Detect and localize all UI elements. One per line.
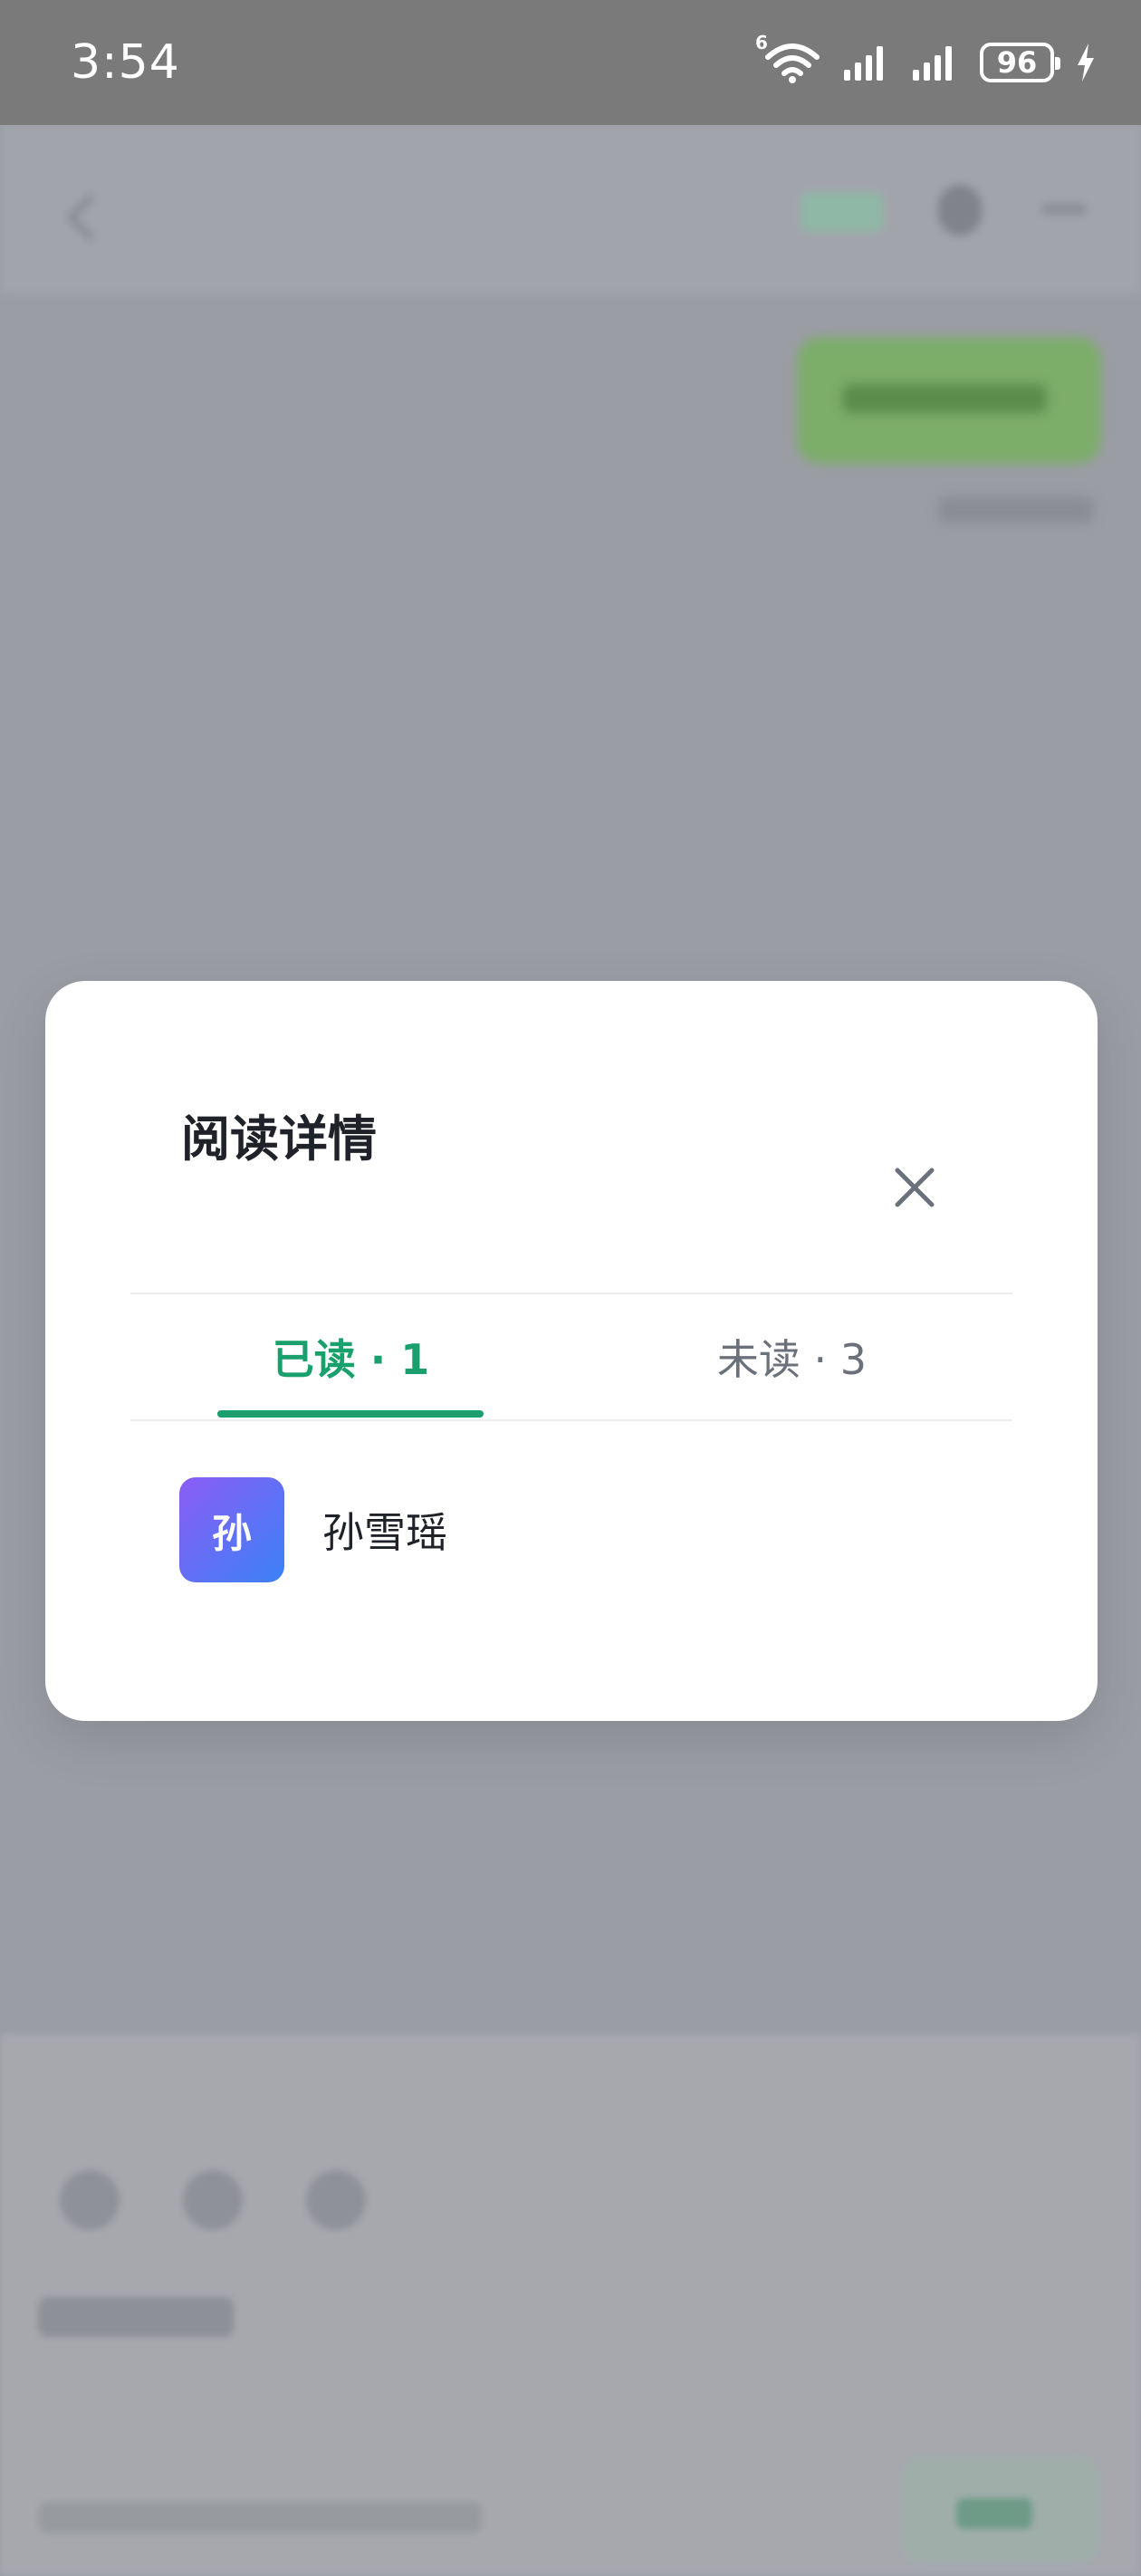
background-message-text: [842, 384, 1047, 413]
background-chip: [801, 192, 884, 232]
status-bar: 3:54 6 96: [0, 0, 1141, 125]
dialog-title: 阅读详情: [181, 1110, 377, 1168]
back-arrow-icon: [67, 194, 114, 241]
avatar: 孙: [179, 1477, 284, 1582]
attachment-icon: [183, 2170, 243, 2230]
signal-icon: [842, 43, 891, 82]
background-hint: [38, 2502, 482, 2533]
background-message-meta: [938, 496, 1094, 524]
active-tab-indicator: [217, 1410, 484, 1418]
screen: 3:54 6 96 阅读详情 已读 · 1 未读 · 3 孙 孙雪瑶: [0, 0, 1141, 2576]
battery-icon: 96: [980, 43, 1060, 82]
background-input: [38, 2297, 234, 2337]
emoji-icon: [60, 2170, 120, 2230]
person-icon: [938, 185, 982, 235]
reader-list-item[interactable]: 孙 孙雪瑶: [179, 1477, 447, 1582]
mention-icon: [306, 2170, 366, 2230]
close-button[interactable]: [878, 1153, 951, 1226]
network-badge: 6: [755, 32, 768, 53]
battery-level: 96: [996, 45, 1038, 80]
wifi-icon: 6: [755, 32, 822, 84]
signal-icon: [911, 43, 960, 82]
more-icon: [1041, 205, 1087, 214]
status-icons: 6 96: [755, 32, 1098, 84]
tab-unread[interactable]: 未读 · 3: [571, 1294, 1012, 1419]
background-send-label: [956, 2498, 1032, 2529]
background-composer: [0, 2034, 1141, 2576]
charging-icon: [1074, 42, 1098, 83]
status-time: 3:54: [71, 35, 180, 90]
close-icon: [894, 1167, 935, 1212]
read-details-dialog: 阅读详情 已读 · 1 未读 · 3 孙 孙雪瑶: [45, 981, 1098, 1721]
tab-read[interactable]: 已读 · 1: [130, 1294, 571, 1419]
background-header: [0, 125, 1141, 293]
divider: [130, 1419, 1012, 1421]
reader-name: 孙雪瑶: [322, 1508, 447, 1557]
